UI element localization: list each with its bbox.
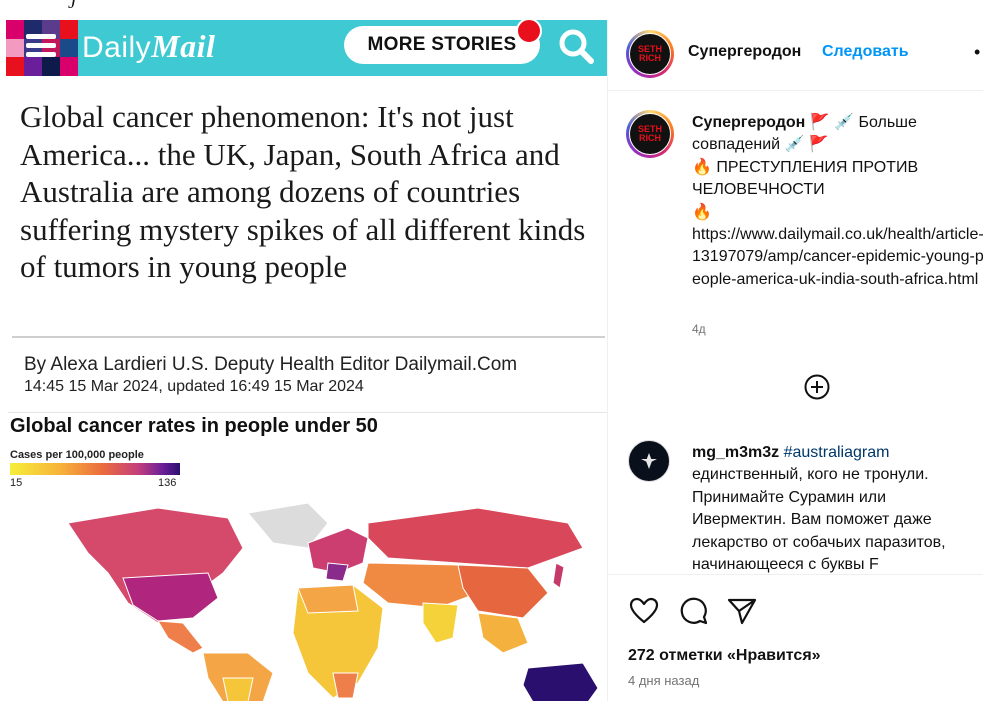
more-options-icon[interactable]: • (974, 42, 980, 63)
comment-body: единственный, кого не тронули. Принимайт… (692, 466, 946, 574)
cancer-map-figure: Global cancer rates in people under 50 C… (8, 412, 607, 701)
article-byline: By Alexa Lardieri U.S. Deputy Health Edi… (24, 354, 518, 375)
author-avatar[interactable]: SETH RICH (626, 30, 674, 78)
commenter-avatar[interactable] (628, 440, 670, 482)
caption-time: 4д (692, 322, 706, 336)
menu-icon[interactable] (26, 30, 56, 64)
load-more-comments-icon[interactable] (804, 374, 830, 400)
author-username[interactable]: Супергеродон (688, 43, 801, 61)
search-icon[interactable] (556, 26, 596, 66)
share-icon[interactable] (726, 595, 758, 627)
follow-button[interactable]: Следовать (822, 43, 909, 61)
article-headline: Global cancer phenomenon: It's not just … (20, 99, 586, 285)
logo-suffix: Mail (151, 28, 216, 64)
divider (12, 336, 605, 338)
world-map (67, 502, 599, 701)
instagram-panel: SETH RICH Супергеродон Следовать • SETH RI… (607, 20, 983, 702)
post-date: 4 дня назад (628, 673, 700, 688)
logo-prefix: Daily (82, 31, 152, 64)
caption-line2: 🔥 ПРЕСТУПЛЕНИЯ ПРОТИВ ЧЕЛОВЕЧНОСТИ (692, 158, 919, 199)
article-dateline: 14:45 15 Mar 2024, updated 16:49 15 Mar … (24, 378, 364, 395)
map-title: Global cancer rates in people under 50 (10, 415, 378, 437)
article-image: DailyMail MORE STORIES Global cancer phe… (0, 20, 607, 701)
caption-line3: 🔥 (692, 203, 712, 221)
legend-min: 15 (10, 477, 23, 489)
caption-url: https://www.dailymail.co.uk/health/artic… (692, 226, 983, 288)
likes-count[interactable]: 272 отметки «Нравится» (628, 647, 821, 665)
comment-hashtag[interactable]: #australiagram (784, 444, 890, 461)
legend-label: Cases per 100,000 people (10, 449, 144, 461)
legend-max: 136 (158, 477, 177, 489)
top-strip: J (0, 0, 983, 20)
caption-username[interactable]: Супергеродон (692, 114, 805, 131)
commenter-username[interactable]: mg_m3m3z (692, 444, 779, 461)
comment-text: mg_m3m3z #australiagram единственный, ко… (692, 442, 983, 576)
more-stories-button[interactable]: MORE STORIES (344, 26, 540, 64)
post-header: SETH RICH Супергеродон Следовать • (608, 20, 983, 91)
clipped-text-glyph: J (68, 0, 76, 12)
dailymail-header: DailyMail MORE STORIES (6, 20, 607, 76)
caption-avatar[interactable]: SETH RICH (626, 110, 674, 158)
caption-text: Супергеродон 🚩 💉 Больше совпадений 💉 🚩 🔥… (692, 112, 983, 291)
like-heart-icon[interactable] (628, 595, 660, 627)
post-actions: 272 отметки «Нравится» 4 дня назад (608, 574, 983, 702)
dailymail-logo[interactable]: DailyMail (82, 28, 215, 65)
comment-icon[interactable] (678, 595, 710, 627)
legend-color-scale (10, 463, 180, 475)
